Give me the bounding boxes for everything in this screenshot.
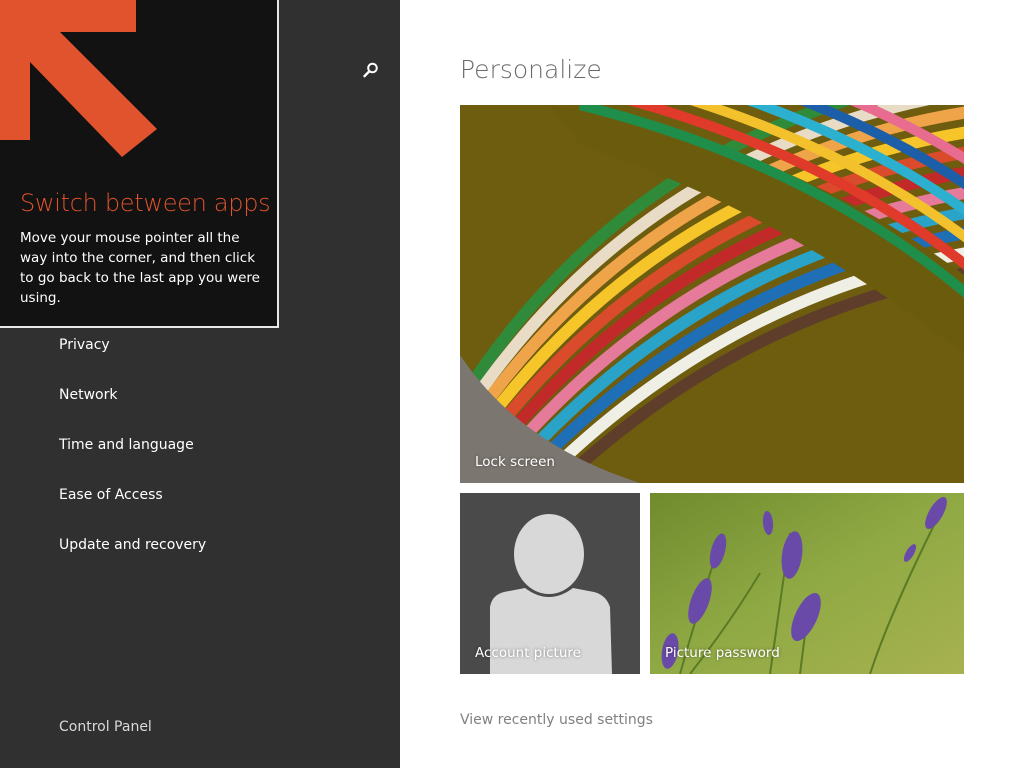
search-icon — [363, 62, 378, 78]
sidebar-item-network[interactable]: Network — [59, 385, 117, 405]
sidebar-item-time-and-language[interactable]: Time and language — [59, 435, 194, 455]
sidebar-item-privacy[interactable]: Privacy — [59, 335, 110, 355]
page-title: Personalize — [460, 55, 602, 84]
sidebar-item-ease-of-access[interactable]: Ease of Access — [59, 485, 163, 505]
account-picture-tile[interactable]: Account picture — [460, 493, 640, 674]
lock-screen-label: Lock screen — [475, 454, 555, 470]
arrow-up-left-icon — [0, 0, 157, 157]
switch-apps-tip: Switch between apps Move your mouse poin… — [0, 0, 279, 328]
tip-title: Switch between apps — [20, 189, 271, 217]
account-picture-label: Account picture — [475, 645, 581, 661]
tip-description: Move your mouse pointer all the way into… — [20, 230, 260, 306]
lock-screen-image — [460, 105, 964, 483]
search-button[interactable] — [360, 60, 382, 82]
control-panel-link[interactable]: Control Panel — [59, 717, 152, 737]
picture-password-tile[interactable]: Picture password — [650, 493, 964, 674]
view-recent-settings-link[interactable]: View recently used settings — [460, 710, 653, 730]
picture-password-label: Picture password — [665, 645, 780, 661]
sidebar-item-update-and-recovery[interactable]: Update and recovery — [59, 535, 206, 555]
lock-screen-tile[interactable]: Lock screen — [460, 105, 964, 483]
